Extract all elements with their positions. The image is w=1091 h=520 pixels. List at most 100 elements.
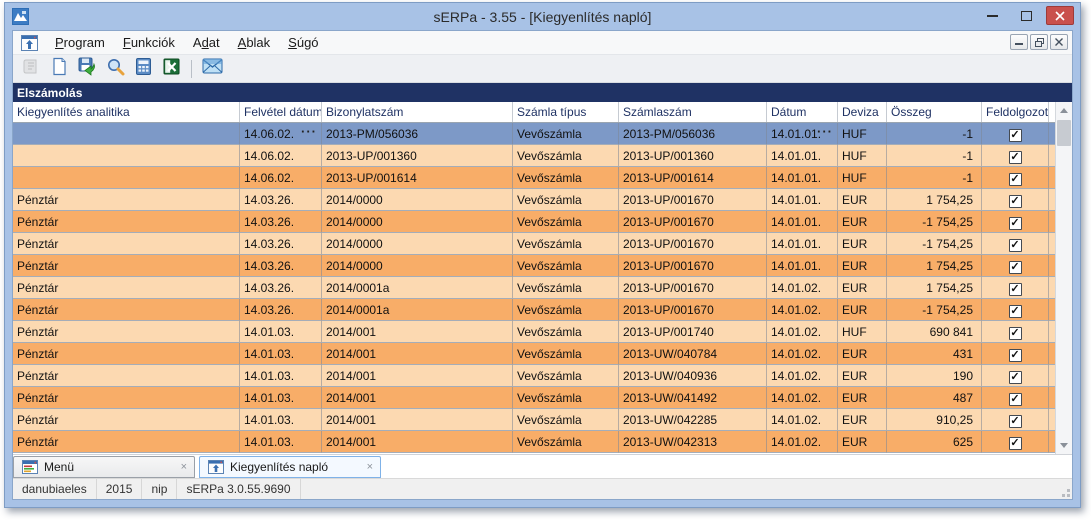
- status-item-1: 2015: [97, 479, 143, 499]
- processed-checkbox[interactable]: ✓: [1009, 217, 1022, 230]
- cell-szamlaszam: 2013-UP/001740: [619, 321, 767, 343]
- cell-szamlaszam: 2013-UP/001360: [619, 145, 767, 167]
- table-row[interactable]: Pénztár14.01.03.2014/001Vevőszámla2013-U…: [13, 387, 1055, 409]
- status-items: danubiaeles2015nipsERPa 3.0.55.9690: [13, 479, 301, 499]
- cell-bizonylat: 2014/0001a: [322, 299, 513, 321]
- processed-checkbox[interactable]: ✓: [1009, 327, 1022, 340]
- cell-feldolgozott: ✓: [982, 255, 1049, 277]
- save-import-button[interactable]: [75, 57, 99, 81]
- processed-checkbox[interactable]: ✓: [1009, 173, 1022, 186]
- cell-felvetel: 14.01.03.: [240, 387, 322, 409]
- journal-icon: [22, 57, 41, 81]
- status-item-3: sERPa 3.0.55.9690: [177, 479, 300, 499]
- menu-item-súgó[interactable]: Súgó: [279, 32, 327, 53]
- menu-item-program[interactable]: Program: [46, 32, 114, 53]
- table-row[interactable]: 14.06.02.2013-UP/001360Vevőszámla2013-UP…: [13, 145, 1055, 167]
- processed-checkbox[interactable]: ✓: [1009, 305, 1022, 318]
- cell-feldolgozott: ✓: [982, 189, 1049, 211]
- table-row[interactable]: Pénztár14.03.26.2014/0001aVevőszámla2013…: [13, 277, 1055, 299]
- column-header-d-tum[interactable]: Dátum: [767, 102, 838, 122]
- table-row[interactable]: Pénztár14.01.03.2014/001Vevőszámla2013-U…: [13, 321, 1055, 343]
- close-button[interactable]: [1046, 6, 1074, 25]
- mdi-restore-button[interactable]: [1030, 34, 1048, 50]
- column-header-bizonylatsz-m[interactable]: Bizonylatszám: [322, 102, 513, 122]
- vertical-scrollbar[interactable]: [1055, 102, 1072, 454]
- close-icon: [1055, 11, 1065, 21]
- mdi-minimize-button[interactable]: [1010, 34, 1028, 50]
- cell-felvetel: 14.01.03.: [240, 343, 322, 365]
- excel-export-button[interactable]: [159, 57, 183, 81]
- cell-feldolgozott: ✓: [982, 233, 1049, 255]
- scroll-down-button[interactable]: [1056, 437, 1072, 454]
- cell-felvetel: 14.01.03.: [240, 321, 322, 343]
- processed-checkbox[interactable]: ✓: [1009, 371, 1022, 384]
- column-header-feldolgozott[interactable]: Feldolgozott: [982, 102, 1049, 122]
- menu-item-adat[interactable]: Adat: [184, 32, 229, 53]
- table-row[interactable]: Pénztár14.01.03.2014/001Vevőszámla2013-U…: [13, 343, 1055, 365]
- cell-feldolgozott: ✓: [982, 145, 1049, 167]
- cell-deviza: EUR: [838, 431, 887, 453]
- processed-checkbox[interactable]: ✓: [1009, 283, 1022, 296]
- tab-kiegyenl-t-s-napl-[interactable]: Kiegyenlítés napló×: [199, 456, 381, 478]
- scrollbar-thumb[interactable]: [1057, 120, 1071, 146]
- mail-button[interactable]: [200, 57, 224, 81]
- cell-analitika: [13, 167, 240, 189]
- table-row[interactable]: 14.06.02.···2013-PM/056036Vevőszámla2013…: [13, 123, 1055, 145]
- tab-close-icon[interactable]: ×: [367, 461, 373, 473]
- cell-feldolgozott: ✓: [982, 211, 1049, 233]
- cell-tipus: Vevőszámla: [513, 387, 619, 409]
- cell-deviza: HUF: [838, 167, 887, 189]
- tab-close-icon[interactable]: ×: [181, 461, 187, 473]
- processed-checkbox[interactable]: ✓: [1009, 415, 1022, 428]
- cell-osszeg: 487: [887, 387, 982, 409]
- processed-checkbox[interactable]: ✓: [1009, 151, 1022, 164]
- ellipsis-editor-button[interactable]: ···: [817, 124, 833, 139]
- processed-checkbox[interactable]: ✓: [1009, 349, 1022, 362]
- column-header-sz-mlasz-m[interactable]: Számlaszám: [619, 102, 767, 122]
- table-row[interactable]: Pénztár14.03.26.2014/0000Vevőszámla2013-…: [13, 255, 1055, 277]
- mdi-close-button[interactable]: [1050, 34, 1068, 50]
- cell-osszeg: 1 754,25: [887, 189, 982, 211]
- cell-osszeg: 690 841: [887, 321, 982, 343]
- cell-datum: 14.01.02.: [767, 431, 838, 453]
- column-header--sszeg[interactable]: Összeg: [887, 102, 982, 122]
- cell-szamlaszam: 2013-UP/001670: [619, 211, 767, 233]
- column-header-deviza[interactable]: Deviza: [838, 102, 887, 122]
- column-header-felv-tel-d-tum[interactable]: Felvétel dátum: [240, 102, 322, 122]
- processed-checkbox[interactable]: ✓: [1009, 129, 1022, 142]
- maximize-button[interactable]: [1012, 6, 1040, 25]
- cell-osszeg: 190: [887, 365, 982, 387]
- status-item-2: nip: [142, 479, 177, 499]
- cell-analitika: Pénztár: [13, 211, 240, 233]
- cell-szamlaszam: 2013-UW/041492: [619, 387, 767, 409]
- cell-felvetel: 14.03.26.: [240, 255, 322, 277]
- processed-checkbox[interactable]: ✓: [1009, 261, 1022, 274]
- column-header-kiegyenl-t-s-analitika[interactable]: Kiegyenlítés analitika: [13, 102, 240, 122]
- minimize-button[interactable]: [978, 6, 1006, 25]
- processed-checkbox[interactable]: ✓: [1009, 239, 1022, 252]
- table-row[interactable]: Pénztár14.03.26.2014/0000Vevőszámla2013-…: [13, 233, 1055, 255]
- ellipsis-editor-button[interactable]: ···: [301, 124, 317, 139]
- table-row[interactable]: Pénztár14.01.03.2014/001Vevőszámla2013-U…: [13, 409, 1055, 431]
- processed-checkbox[interactable]: ✓: [1009, 195, 1022, 208]
- table-row[interactable]: Pénztár14.03.26.2014/0001aVevőszámla2013…: [13, 299, 1055, 321]
- cell-tipus: Vevőszámla: [513, 365, 619, 387]
- cell-datum: 14.01.02.: [767, 321, 838, 343]
- menu-item-funkciók[interactable]: Funkciók: [114, 32, 184, 53]
- table-row[interactable]: Pénztár14.01.03.2014/001Vevőszámla2013-U…: [13, 365, 1055, 387]
- resize-grip-icon[interactable]: [1058, 485, 1070, 497]
- table-row[interactable]: 14.06.02.2013-UP/001614Vevőszámla2013-UP…: [13, 167, 1055, 189]
- processed-checkbox[interactable]: ✓: [1009, 393, 1022, 406]
- scroll-up-button[interactable]: [1056, 102, 1072, 119]
- tab-men-[interactable]: Menü×: [13, 456, 195, 478]
- table-row[interactable]: Pénztár14.01.03.2014/001Vevőszámla2013-U…: [13, 431, 1055, 453]
- column-header-sz-mla-t-pus[interactable]: Számla típus: [513, 102, 619, 122]
- menu-item-ablak[interactable]: Ablak: [229, 32, 280, 53]
- new-document-button[interactable]: [47, 57, 71, 81]
- table-row[interactable]: Pénztár14.03.26.2014/0000Vevőszámla2013-…: [13, 211, 1055, 233]
- search-button[interactable]: [103, 57, 127, 81]
- calculator-button[interactable]: [131, 57, 155, 81]
- table-row[interactable]: Pénztár14.03.26.2014/0000Vevőszámla2013-…: [13, 189, 1055, 211]
- cell-analitika: Pénztár: [13, 277, 240, 299]
- processed-checkbox[interactable]: ✓: [1009, 437, 1022, 450]
